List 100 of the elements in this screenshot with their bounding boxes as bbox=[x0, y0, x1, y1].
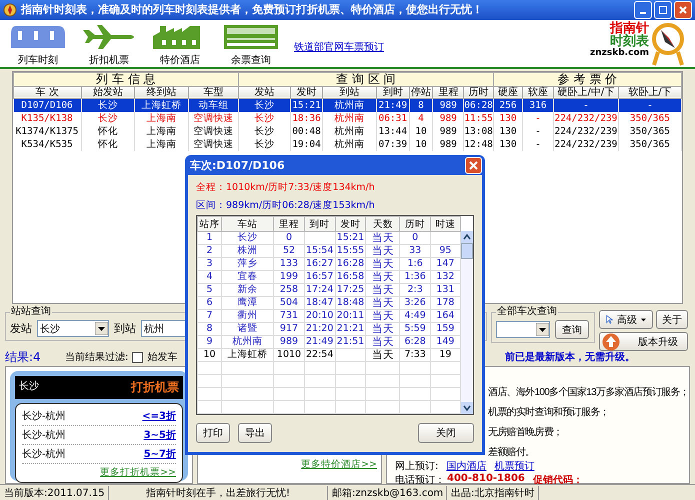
close-dialog-button[interactable]: 关闭 bbox=[418, 423, 474, 443]
column-header[interactable]: 到时 bbox=[304, 216, 336, 232]
filter-checkbox[interactable] bbox=[132, 352, 144, 363]
from-station-dropdown[interactable]: 长沙 bbox=[37, 320, 109, 338]
minimize-icon bbox=[640, 12, 646, 14]
column-header[interactable]: 里程 bbox=[274, 216, 304, 232]
scroll-up-icon[interactable] bbox=[461, 231, 473, 243]
column-group-header: 参 考 票 价 bbox=[493, 72, 682, 86]
column-header[interactable]: 始发站 bbox=[81, 86, 135, 98]
table-cell: 当天 bbox=[366, 296, 400, 310]
table-cell: 17:25 bbox=[335, 284, 366, 296]
dropdown-arrow-icon bbox=[536, 323, 549, 336]
train-row[interactable]: K1374/K1375 怀化 上海南 空调快速 长沙 00:48 杭州南 13:44 10 989 13:08 130 - 224/232/239 350/365 bbox=[14, 124, 682, 138]
maximize-button[interactable] bbox=[654, 0, 672, 19]
dialog-title: 车次:D107/D106 bbox=[190, 158, 285, 172]
table-cell: 0 bbox=[400, 232, 430, 244]
column-header[interactable]: 车型 bbox=[188, 86, 238, 98]
close-icon bbox=[679, 6, 687, 14]
logo-text: 指南针 bbox=[610, 22, 649, 36]
close-button[interactable] bbox=[465, 156, 482, 174]
query-button[interactable]: 查询 bbox=[555, 320, 589, 340]
table-cell: 诸暨 bbox=[222, 322, 274, 336]
advanced-button[interactable]: 高级 bbox=[599, 310, 653, 330]
close-button[interactable] bbox=[674, 0, 692, 19]
table-cell: 怀化 bbox=[81, 124, 135, 138]
table-cell: - bbox=[522, 124, 554, 138]
status-text: 指南针时刻在手，出差旅行无忧! bbox=[109, 486, 328, 500]
table-cell: 350/365 bbox=[618, 138, 682, 151]
train-row[interactable]: K534/K535 怀化 上海南 空调快速 长沙 19:04 杭州南 07:39 10 989 12:48 130 - 224/232/239 350/365 bbox=[14, 138, 682, 151]
table-cell: 7 bbox=[198, 310, 222, 322]
table-cell: 52 bbox=[274, 244, 304, 258]
scroll-thumb[interactable] bbox=[461, 243, 473, 259]
dialog-button[interactable]: 打印 bbox=[196, 423, 230, 443]
train-row[interactable]: K135/K138 长沙 上海南 空调快速 长沙 18:36 杭州南 06:31 4 989 11:55 130 - 224/232/239 350/365 bbox=[14, 112, 682, 125]
table-cell: 5 bbox=[198, 284, 222, 296]
column-header[interactable]: 站序 bbox=[198, 216, 222, 232]
column-header[interactable]: 时速 bbox=[430, 216, 460, 232]
table-cell: 130 bbox=[493, 112, 523, 125]
table-cell: 504 bbox=[274, 296, 304, 310]
discount-link[interactable]: <=3折 bbox=[142, 409, 176, 424]
toolbar-button[interactable]: 折扣机票 bbox=[81, 22, 137, 67]
table-cell: 空调快速 bbox=[188, 124, 238, 138]
discount-link[interactable]: 3~5折 bbox=[144, 428, 176, 442]
table-cell: 10 bbox=[409, 138, 433, 151]
info-text: 无房赔首晚房费； bbox=[488, 426, 562, 440]
logo-domain: znzskb.com bbox=[590, 48, 649, 58]
booking-link[interactable]: 机票预订 bbox=[494, 459, 534, 474]
table-cell: 18:47 bbox=[304, 296, 336, 310]
table-cell: 新余 bbox=[222, 284, 274, 296]
column-header[interactable]: 终到站 bbox=[134, 86, 188, 98]
filter-option: 始发车 bbox=[147, 350, 178, 364]
table-cell: 19:04 bbox=[290, 138, 323, 151]
column-header[interactable]: 天数 bbox=[366, 216, 400, 232]
table-cell: 2 bbox=[198, 244, 222, 258]
more-hotels-link[interactable]: 更多特价酒店>> bbox=[301, 458, 377, 472]
table-cell: 16:27 bbox=[304, 258, 336, 270]
scrollbar[interactable] bbox=[461, 231, 473, 414]
table-cell: 株洲 bbox=[222, 244, 274, 258]
minimize-button[interactable] bbox=[634, 0, 652, 19]
discount-link[interactable]: 5~7折 bbox=[144, 447, 176, 462]
train-number-dropdown[interactable] bbox=[496, 321, 550, 338]
table-cell: 1 bbox=[198, 232, 222, 244]
table-cell: 长沙 bbox=[238, 112, 290, 125]
maximize-icon bbox=[659, 6, 667, 14]
table-cell: 上海虹桥 bbox=[222, 348, 274, 362]
ticket-booking-link[interactable]: 铁道部官网车票预订 bbox=[294, 40, 384, 54]
status-text: 邮箱:znzskb@163.com bbox=[328, 486, 447, 500]
toolbar-button[interactable]: 列车时刻 bbox=[10, 22, 66, 67]
column-header[interactable]: 车站 bbox=[222, 216, 274, 232]
column-header[interactable]: 历时 bbox=[400, 216, 430, 232]
column-header[interactable]: 到站 bbox=[322, 86, 376, 98]
table-cell: 13:08 bbox=[464, 124, 494, 138]
column-header[interactable]: 软卧上/下 bbox=[618, 86, 682, 98]
table-cell: 10 bbox=[409, 124, 433, 138]
table-cell: 3:26 bbox=[400, 296, 430, 310]
about-button[interactable]: 关于 bbox=[656, 310, 688, 330]
upgrade-button[interactable]: 版本升级 bbox=[599, 332, 688, 352]
table-cell: 6:28 bbox=[400, 336, 430, 348]
train-row[interactable]: D107/D106 长沙 上海虹桥 动车组 长沙 15:21 杭州南 21:49 8 989 06:28 256 316 - - bbox=[14, 98, 682, 112]
table-cell: 8 bbox=[198, 322, 222, 336]
table-cell: K135/K138 bbox=[14, 112, 82, 125]
column-header[interactable]: 发站 bbox=[238, 86, 290, 98]
column-header[interactable]: 车 次 bbox=[14, 86, 82, 98]
table-cell: 224/232/239 bbox=[553, 112, 618, 125]
toolbar-button[interactable]: 特价酒店 bbox=[152, 22, 208, 67]
status-text: 出品:北京指南针时 bbox=[447, 486, 540, 500]
status-text: 当前版本:2011.07.15 bbox=[0, 486, 109, 500]
dialog-button[interactable]: 导出 bbox=[238, 423, 272, 443]
column-header[interactable]: 发时 bbox=[335, 216, 366, 232]
more-flights-link[interactable]: 更多打折机票>> bbox=[100, 466, 176, 480]
table-cell: 917 bbox=[274, 322, 304, 336]
table-cell: 18:48 bbox=[335, 296, 366, 310]
table-cell: 350/365 bbox=[618, 124, 682, 138]
scroll-down-icon[interactable] bbox=[461, 402, 473, 414]
table-cell: 20:10 bbox=[304, 310, 336, 322]
column-header[interactable]: 硬卧上/中/下 bbox=[553, 86, 618, 98]
toolbar-button[interactable]: 余票查询 bbox=[223, 22, 279, 67]
table-cell: 上海南 bbox=[134, 112, 188, 125]
booking-link[interactable]: 国内酒店 bbox=[446, 459, 486, 474]
table-cell: 133 bbox=[274, 258, 304, 270]
